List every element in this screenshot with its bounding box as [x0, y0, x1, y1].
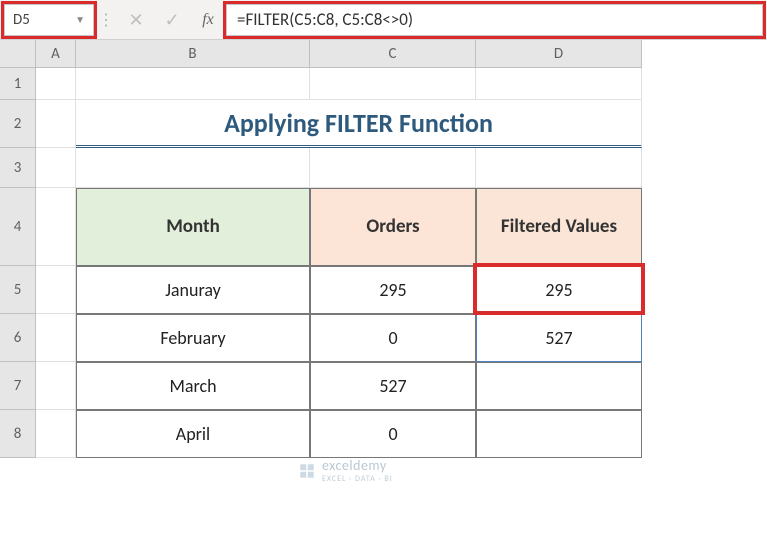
cells-area: Applying FILTER Function Month Orders Fi…	[36, 68, 767, 458]
header-filtered[interactable]: Filtered Values	[476, 188, 642, 266]
header-orders[interactable]: Orders	[310, 188, 476, 266]
cancel-icon[interactable]: ✕	[118, 4, 154, 36]
watermark: exceldemy EXCEL · DATA · BI	[298, 457, 393, 484]
cell-D8[interactable]	[476, 410, 642, 458]
confirm-icon[interactable]: ✓	[154, 4, 190, 36]
cell-A7[interactable]	[36, 362, 76, 410]
cell-A1[interactable]	[36, 68, 76, 100]
cell-C8[interactable]: 0	[310, 410, 476, 458]
cell-A4[interactable]	[36, 188, 76, 266]
chevron-down-icon[interactable]: ▼	[75, 13, 85, 26]
logo-icon	[298, 462, 316, 480]
row-header-3[interactable]: 3	[0, 148, 36, 188]
header-month[interactable]: Month	[76, 188, 310, 266]
column-headers: A B C D	[36, 40, 767, 68]
cell-D7[interactable]	[476, 362, 642, 410]
cell-A6[interactable]	[36, 314, 76, 362]
page-title[interactable]: Applying FILTER Function	[76, 100, 642, 148]
cell-A3[interactable]	[36, 148, 76, 188]
cell-B8[interactable]: April	[76, 410, 310, 458]
cell-B5[interactable]: Januray	[76, 266, 310, 314]
select-all-corner[interactable]	[0, 40, 36, 68]
cell-A8[interactable]	[36, 410, 76, 458]
row-header-8[interactable]: 8	[0, 410, 36, 458]
name-box-value: D5	[13, 11, 30, 29]
cell-C6[interactable]: 0	[310, 314, 476, 362]
cell-A5[interactable]	[36, 266, 76, 314]
row-header-6[interactable]: 6	[0, 314, 36, 362]
row-header-1[interactable]: 1	[0, 68, 36, 100]
cell-C3[interactable]	[310, 148, 476, 188]
watermark-brand: exceldemy	[322, 457, 387, 474]
cell-B7[interactable]: March	[76, 362, 310, 410]
cell-D5[interactable]: 295	[476, 266, 642, 314]
name-box[interactable]: D5 ▼	[4, 4, 94, 36]
cell-C5[interactable]: 295	[310, 266, 476, 314]
formula-bar-sep: ⋮	[94, 10, 118, 30]
cell-D3[interactable]	[476, 148, 642, 188]
row-header-4[interactable]: 4	[0, 188, 36, 266]
row-headers: 1 2 3 4 5 6 7 8	[0, 68, 36, 458]
cell-B1[interactable]	[76, 68, 310, 100]
row-header-5[interactable]: 5	[0, 266, 36, 314]
cell-C7[interactable]: 527	[310, 362, 476, 410]
row-header-2[interactable]: 2	[0, 100, 36, 148]
cell-B6[interactable]: February	[76, 314, 310, 362]
cell-C1[interactable]	[310, 68, 476, 100]
cell-A2[interactable]	[36, 100, 76, 148]
col-header-C[interactable]: C	[310, 40, 476, 68]
formula-text: =FILTER(C5:C8, C5:C8<>0)	[237, 9, 413, 30]
cell-D1[interactable]	[476, 68, 642, 100]
cell-B3[interactable]	[76, 148, 310, 188]
col-header-B[interactable]: B	[76, 40, 310, 68]
watermark-tag: EXCEL · DATA · BI	[322, 474, 393, 484]
cell-D6[interactable]: 527	[476, 314, 642, 362]
col-header-D[interactable]: D	[476, 40, 642, 68]
row-header-7[interactable]: 7	[0, 362, 36, 410]
fx-icon[interactable]: fx	[190, 4, 226, 36]
formula-bar: D5 ▼ ⋮ ✕ ✓ fx =FILTER(C5:C8, C5:C8<>0)	[0, 0, 767, 40]
formula-input[interactable]: =FILTER(C5:C8, C5:C8<>0)	[226, 4, 763, 36]
spreadsheet-grid: A B C D 1 2 3 4 5 6 7 8 Applying FILTER …	[0, 40, 767, 458]
col-header-A[interactable]: A	[36, 40, 76, 68]
